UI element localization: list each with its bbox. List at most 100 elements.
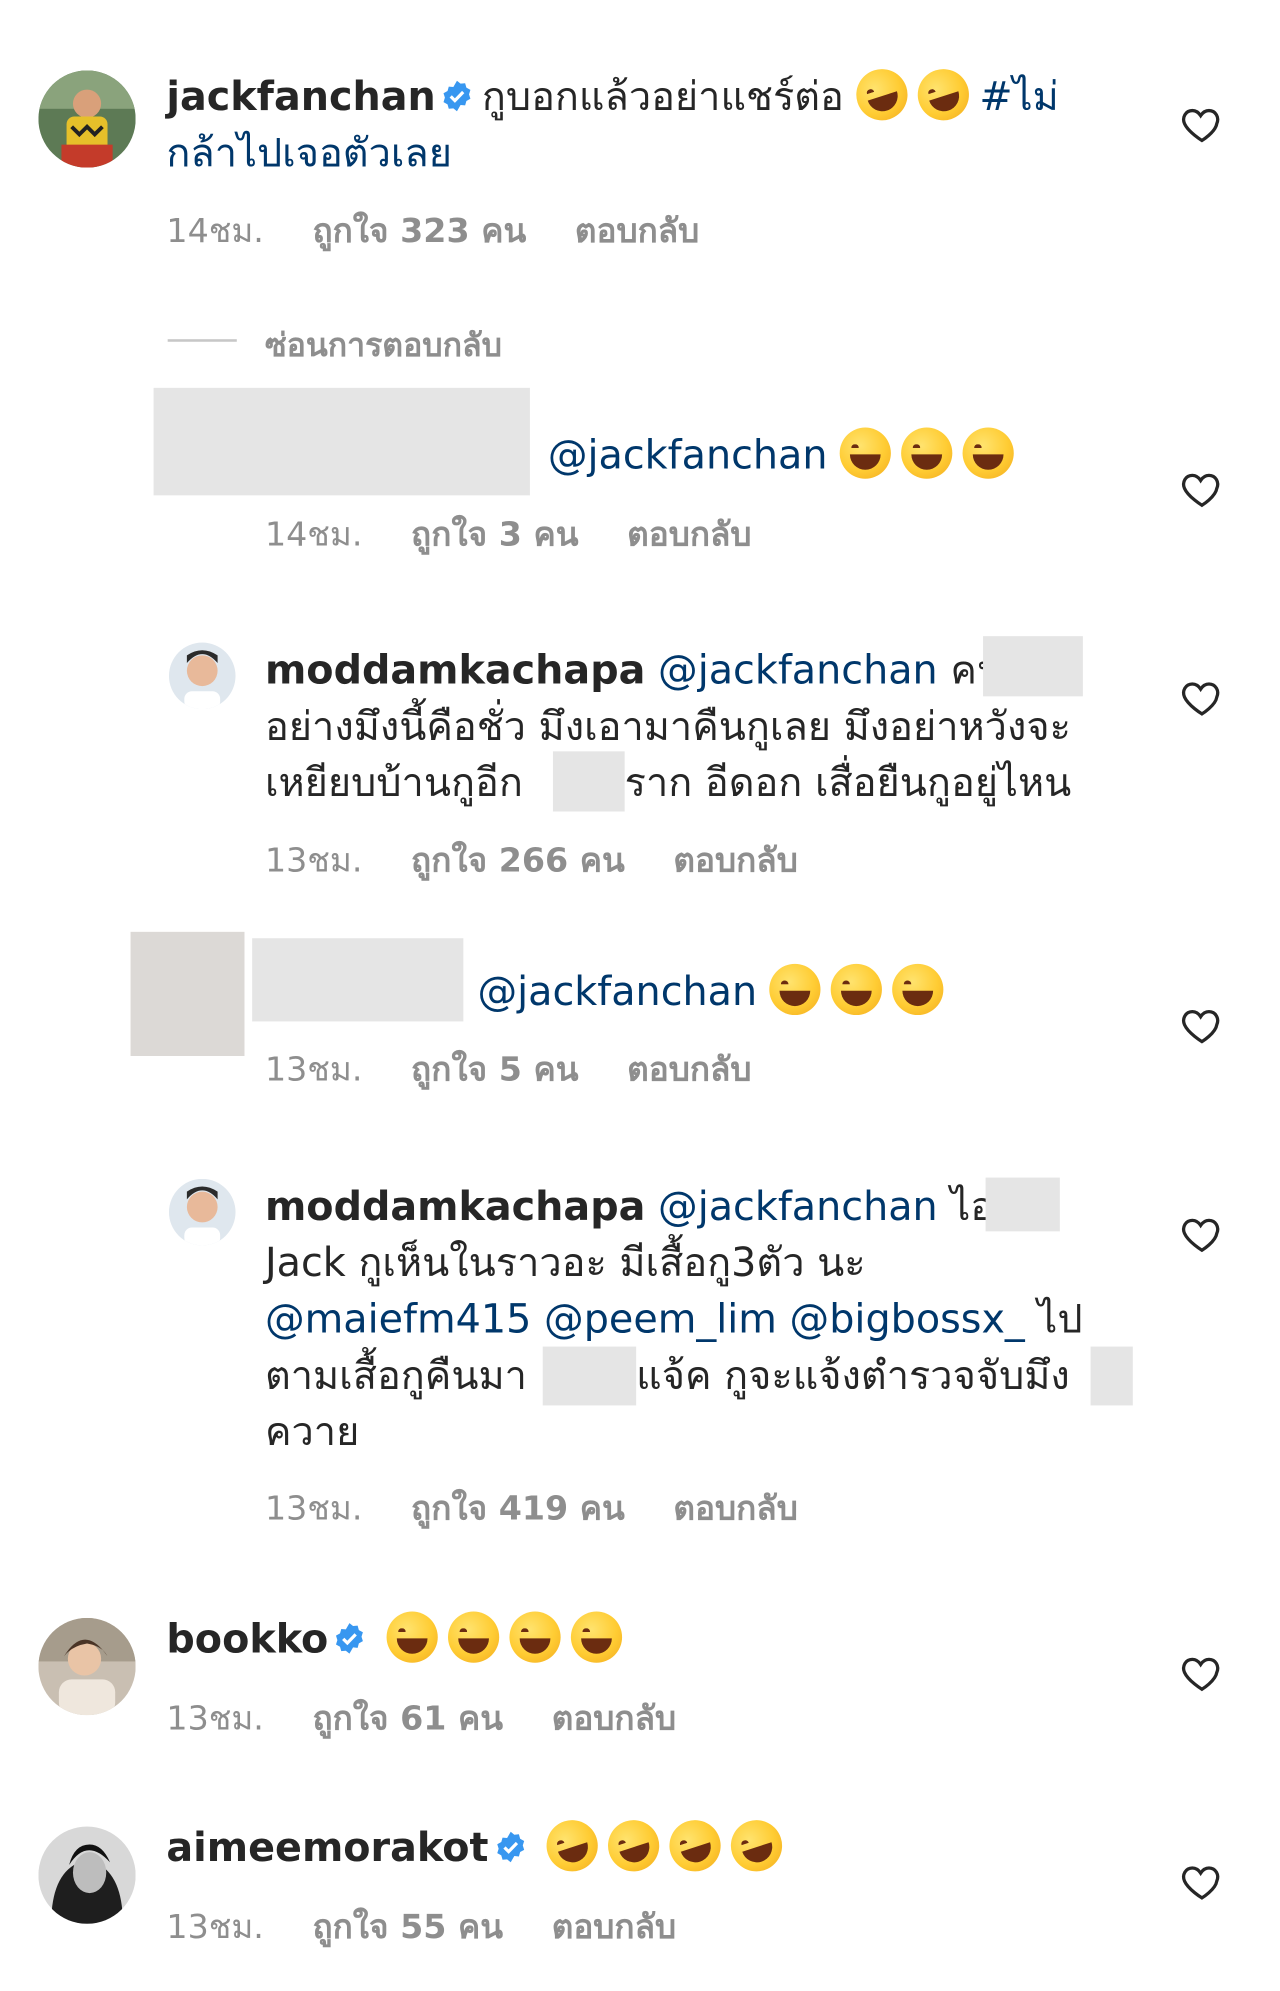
verified-badge-icon: [336, 1622, 364, 1654]
timestamp: 13ชม.: [264, 1489, 363, 1529]
mention-link[interactable]: @jackfanchan: [658, 1184, 938, 1230]
comment-body: @jackfanchan: [548, 426, 1025, 484]
comments-thread: jackfanchan กูบอกแล้วอย่าแชร์ต่อ #ไม่ กล้…: [0, 0, 1280, 1990]
joy-emoji: [387, 1610, 439, 1663]
likes-count[interactable]: ถูกใจ 5 คน: [411, 1051, 578, 1089]
comment-meta: 13ชม. ถูกใจ 266 คน ตอบกลับ: [265, 835, 847, 887]
avatar-moddamkachapa[interactable]: [168, 642, 236, 710]
comment-body: aimeemorakot: [166, 1812, 793, 1878]
joy-emoji: [448, 1610, 500, 1663]
censored-block: [542, 1346, 637, 1406]
censored-block: [985, 1177, 1060, 1232]
timestamp: 13ชม.: [264, 1050, 363, 1090]
verified-badge-icon: [496, 1831, 524, 1862]
mention-link[interactable]: @peem_lim: [544, 1297, 777, 1343]
comment-meta: 13ชม. ถูกใจ 5 คน ตอบกลับ: [265, 1043, 800, 1095]
joy-emoji: [892, 963, 944, 1015]
comment-meta: 14ชม. ถูกใจ 3 คน ตอบกลับ: [265, 508, 800, 560]
censored-block: [983, 636, 1083, 697]
rofl-emoji: [601, 1812, 667, 1878]
comment-text: ควาย: [264, 1409, 360, 1456]
like-heart-icon[interactable]: [1180, 1860, 1224, 1904]
timestamp: 13ชม.: [166, 1699, 264, 1739]
mention-link[interactable]: @jackfanchan: [658, 648, 938, 694]
likes-count[interactable]: ถูกใจ 323 คน: [313, 212, 527, 250]
comment-meta: 13ชม. ถูกใจ 61 คน ตอบกลับ: [166, 1692, 724, 1744]
likes-count[interactable]: ถูกใจ 266 คน: [411, 842, 625, 880]
comment-body: @jackfanchan: [477, 963, 954, 1020]
likes-count[interactable]: ถูกใจ 3 คน: [411, 516, 578, 554]
rofl-emoji: [911, 61, 976, 127]
joy-emoji: [901, 426, 953, 479]
joy-emoji: [769, 963, 821, 1015]
comment-body: bookko: [166, 1610, 632, 1668]
censored-block: [1090, 1346, 1133, 1406]
likes-count[interactable]: ถูกใจ 55 คน: [313, 1908, 504, 1946]
hide-replies-button[interactable]: ซ่อนการตอบกลับ: [265, 320, 502, 371]
rofl-emoji: [540, 1812, 606, 1878]
censored-block: [552, 751, 625, 812]
mention-link[interactable]: @jackfanchan: [548, 433, 828, 479]
comment-text: อย่างมึงนี้คือชั่ว มึงเอามาคืนกูเลย มึงอ…: [264, 704, 1071, 751]
reply-button[interactable]: ตอบกลับ: [627, 516, 751, 554]
username-link[interactable]: aimeemorakot: [166, 1825, 488, 1871]
timestamp: 13ชม.: [264, 842, 363, 881]
joy-emoji: [840, 426, 892, 479]
joy-emoji: [963, 426, 1015, 479]
comment-text: ราก อีดอก เสื่อยืนกูอยู่ไหน: [624, 760, 1072, 807]
reply-button[interactable]: ตอบกลับ: [673, 1490, 797, 1528]
like-heart-icon[interactable]: [1180, 467, 1224, 511]
like-heart-icon[interactable]: [1180, 1004, 1224, 1048]
comment-text: ตามเสื้อกูคืนมา: [264, 1352, 527, 1400]
comment-body: moddamkachapa @jackfanchan ไอเ: [265, 1179, 1008, 1235]
rofl-emoji: [663, 1812, 728, 1878]
reply-button[interactable]: ตอบกลับ: [627, 1051, 751, 1089]
mention-link[interactable]: @maiefm415: [265, 1297, 531, 1343]
joy-emoji: [831, 963, 883, 1015]
likes-count[interactable]: ถูกใจ 61 คน: [313, 1700, 504, 1738]
mention-link[interactable]: @bigbossx_: [790, 1297, 1025, 1343]
like-heart-icon[interactable]: [1180, 102, 1224, 146]
comment-text: กูบอกแล้วอย่าแชร์ต่อ: [481, 74, 844, 121]
joy-emoji: [571, 1610, 623, 1663]
avatar-jackfanchan[interactable]: [38, 70, 136, 168]
joy-emoji: [509, 1610, 562, 1663]
comment-body: jackfanchan กูบอกแล้วอย่าแชร์ต่อ #ไม่: [166, 61, 1059, 127]
avatar-aimeemorakot[interactable]: [38, 1826, 136, 1924]
avatar-bookko[interactable]: [38, 1617, 136, 1716]
comment-body: @maiefm415 @peem_lim @bigbossx_ ไป: [265, 1292, 1083, 1348]
verified-badge-icon: [444, 80, 471, 111]
hide-replies-divider: [167, 339, 237, 342]
reply-button[interactable]: ตอบกลับ: [552, 1908, 676, 1946]
timestamp: 14ชม.: [264, 515, 363, 555]
reply-button[interactable]: ตอบกลับ: [673, 842, 797, 880]
username-link[interactable]: moddamkachapa: [265, 1184, 645, 1230]
reply-button[interactable]: ตอบกลับ: [575, 212, 699, 250]
rofl-emoji: [849, 61, 915, 127]
reply-button[interactable]: ตอบกลับ: [552, 1700, 676, 1738]
hashtag-link[interactable]: #ไม่: [979, 74, 1058, 120]
comment-body: moddamkachapa @jackfanchan คน: [265, 643, 1004, 699]
comment-meta: 13ชม. ถูกใจ 55 คน ตอบกลับ: [166, 1901, 724, 1953]
comment-meta: 14ชม. ถูกใจ 323 คน ตอบกลับ: [166, 205, 748, 257]
censored-block: [252, 938, 464, 1022]
username-link[interactable]: bookko: [166, 1617, 328, 1663]
username-link[interactable]: moddamkachapa: [265, 648, 645, 694]
username-link[interactable]: jackfanchan: [166, 74, 435, 120]
like-heart-icon[interactable]: [1180, 676, 1224, 720]
comment-text: ไป: [1037, 1296, 1083, 1343]
like-heart-icon[interactable]: [1180, 1212, 1224, 1256]
censored-avatar: [130, 931, 245, 1056]
comment-meta: 13ชม. ถูกใจ 419 คน ตอบกลับ: [265, 1482, 847, 1534]
censored-block: [153, 387, 530, 496]
timestamp: 14ชม.: [166, 212, 264, 251]
rofl-emoji: [724, 1812, 790, 1878]
comment-text: เหยียบบ้านกูอีก: [264, 760, 523, 807]
timestamp: 13ชม.: [166, 1908, 264, 1947]
like-heart-icon[interactable]: [1180, 1651, 1224, 1695]
mention-link[interactable]: @jackfanchan: [477, 969, 757, 1015]
likes-count[interactable]: ถูกใจ 419 คน: [411, 1490, 625, 1528]
comment-text: แจ้ค กูจะแจ้งตำรวจจับมึง: [636, 1352, 1070, 1400]
hashtag-link[interactable]: กล้าไปเจอตัวเลย: [166, 125, 452, 181]
avatar-moddamkachapa[interactable]: [168, 1178, 236, 1246]
